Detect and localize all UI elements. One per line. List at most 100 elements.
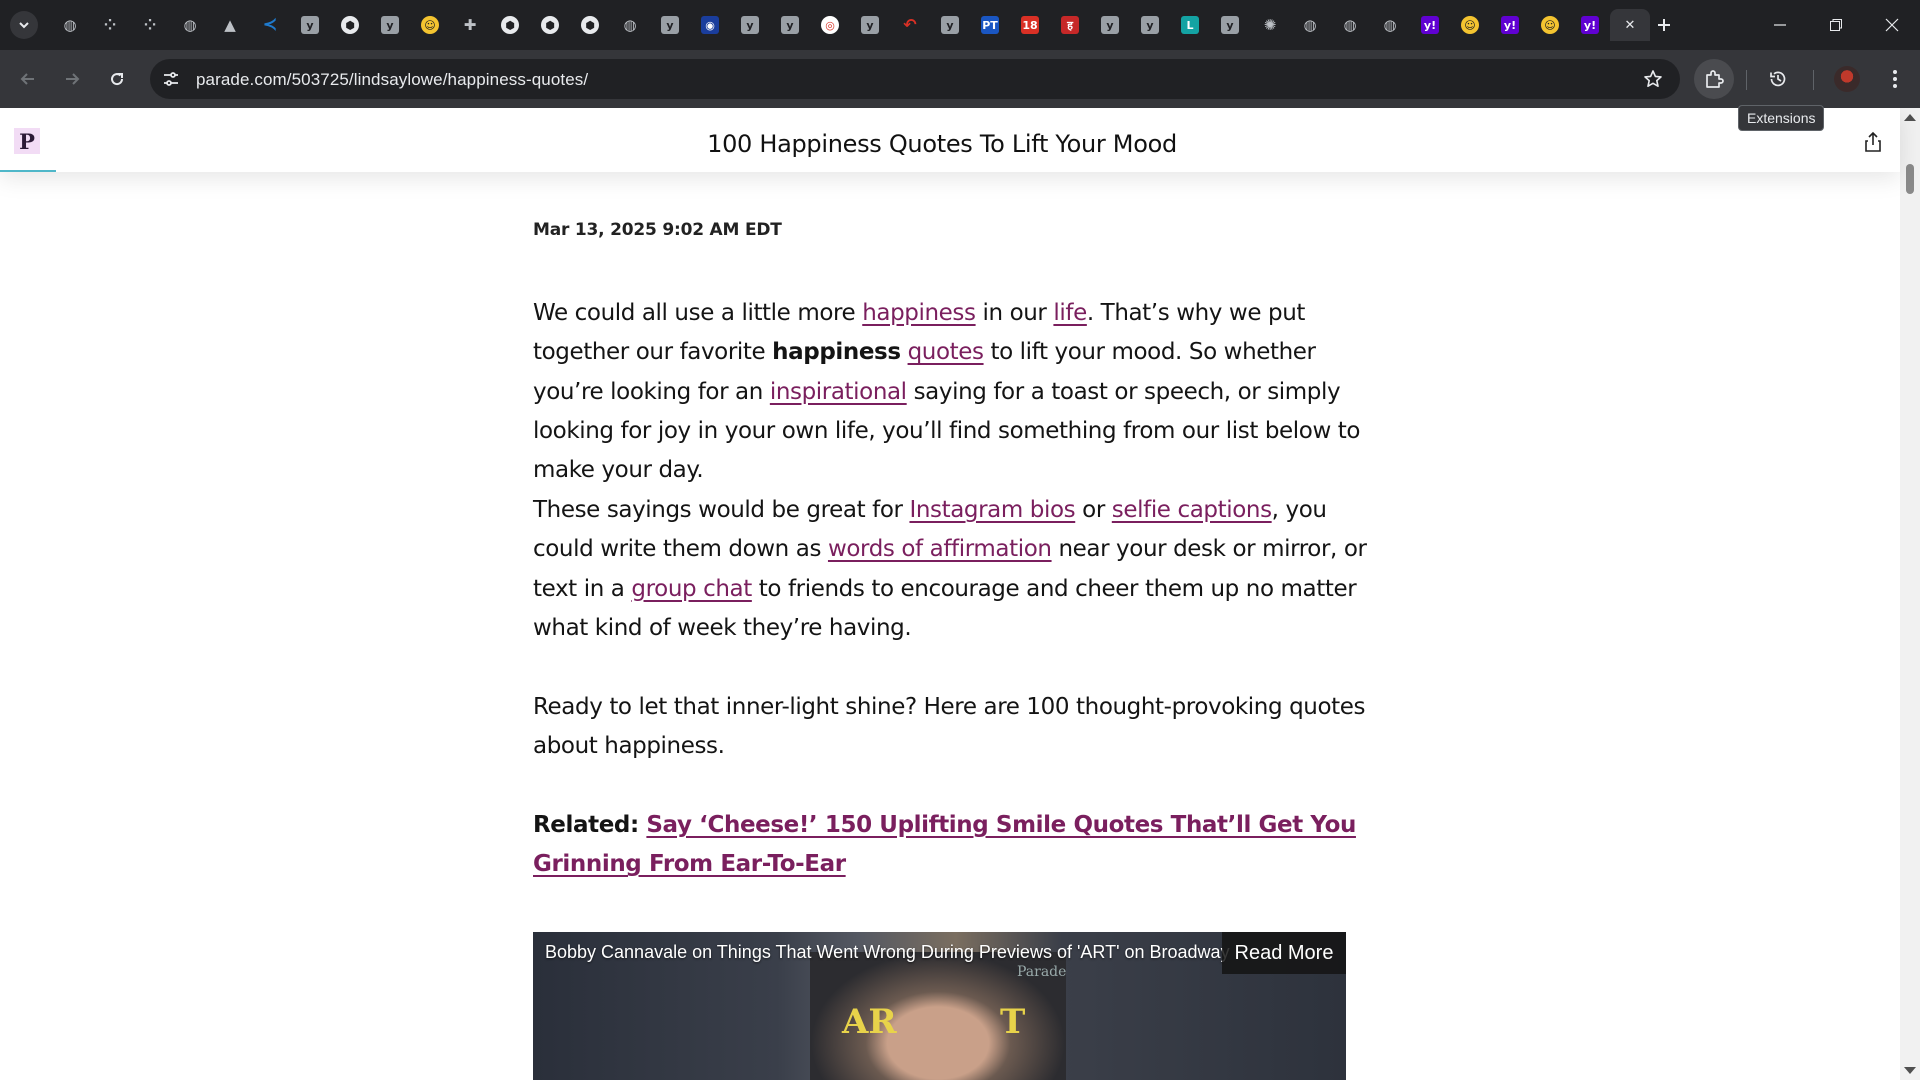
extensions-tooltip: Extensions xyxy=(1738,105,1825,131)
reload-button[interactable] xyxy=(103,65,131,93)
plus-icon xyxy=(1658,19,1670,31)
link-words-of-affirmation[interactable]: words of affirmation xyxy=(828,536,1052,562)
share-button[interactable] xyxy=(1862,130,1884,154)
tab[interactable]: ☺ xyxy=(1530,9,1570,41)
close-window-button[interactable] xyxy=(1864,0,1920,50)
tab[interactable]: ⬢ xyxy=(530,9,570,41)
tab[interactable]: ◍ xyxy=(170,9,210,41)
related-link[interactable]: Say ‘Cheese!’ 150 Uplifting Smile Quotes… xyxy=(533,812,1356,877)
tab[interactable]: ☺ xyxy=(1450,9,1490,41)
link-instagram-bios[interactable]: Instagram bios xyxy=(909,497,1075,523)
article-paragraph: Ready to let that inner-light shine? Her… xyxy=(533,694,1366,760)
tab[interactable]: ⬢ xyxy=(330,9,370,41)
tab-strip: ◍ ⁘ ⁘ ◍ ▲ ≺ y ⬢ y ☺ ✚ ⬢ ⬢ ⬢ ◍ y ◉ y y ◎ y ↶ y PT 18 ह y y Ly ✺ ◍ ◍ ◍ y! ☺ y… xyxy=(0,0,1920,50)
tab[interactable]: ⬢ xyxy=(490,9,530,41)
tab[interactable]: ⁘ xyxy=(90,9,130,41)
tab[interactable]: ◍ xyxy=(1290,9,1330,41)
close-icon[interactable]: ✕ xyxy=(1621,16,1639,34)
link-quotes[interactable]: quotes xyxy=(908,339,984,365)
chrome-menu-button[interactable] xyxy=(1880,64,1910,94)
tab-list: ◍ ⁘ ⁘ ◍ ▲ ≺ y ⬢ y ☺ ✚ ⬢ ⬢ ⬢ ◍ y ◉ y y ◎ y ↶ y PT 18 ह y y Ly ✺ ◍ ◍ ◍ y! ☺ y… xyxy=(50,9,1650,41)
tab[interactable]: ◎ xyxy=(810,9,850,41)
scroll-up-arrow[interactable] xyxy=(1904,114,1916,121)
tab[interactable]: ◍ xyxy=(610,9,650,41)
tab[interactable]: ◉ xyxy=(690,9,730,41)
reading-progress-bar xyxy=(0,170,56,172)
new-tab-button[interactable] xyxy=(1650,11,1678,39)
page-viewport: P 100 Happiness Quotes To Lift Your Mood… xyxy=(0,108,1920,1080)
link-group-chat[interactable]: group chat xyxy=(631,576,752,602)
tab[interactable]: L xyxy=(1170,9,1210,41)
address-bar[interactable]: parade.com/503725/lindsaylowe/happiness-… xyxy=(150,59,1680,99)
tab[interactable]: y! xyxy=(1570,9,1610,41)
tab[interactable]: ✺ xyxy=(1250,9,1290,41)
tab[interactable]: ⬢ xyxy=(570,9,610,41)
link-inspirational[interactable]: inspirational xyxy=(770,379,907,405)
tab[interactable]: y xyxy=(1130,9,1170,41)
video-title[interactable]: Bobby Cannavale on Things That Went Wron… xyxy=(545,942,1230,963)
tab[interactable]: ◍ xyxy=(1330,9,1370,41)
puzzle-icon: ✚ xyxy=(463,15,477,34)
tab[interactable]: ह xyxy=(1050,9,1090,41)
scroll-thumb[interactable] xyxy=(1906,164,1914,194)
forward-button[interactable] xyxy=(58,65,86,93)
vscode-icon: ≺ xyxy=(262,14,278,35)
arrow-left-icon xyxy=(20,73,34,85)
tab[interactable]: ⁘ xyxy=(130,9,170,41)
article-paragraph: We could all use a little more happiness… xyxy=(533,294,1378,490)
close-icon xyxy=(1885,18,1899,32)
related-article: Related: Say ‘Cheese!’ 150 Uplifting Smi… xyxy=(533,806,1378,885)
hugging-face-icon: ☺ xyxy=(421,16,439,34)
page-scrollbar[interactable] xyxy=(1900,108,1920,1080)
tab[interactable]: ◍ xyxy=(50,9,90,41)
tab[interactable]: PT xyxy=(970,9,1010,41)
profile-avatar[interactable] xyxy=(1834,66,1860,92)
tab[interactable]: y xyxy=(650,9,690,41)
text-span: These sayings would be great for xyxy=(533,497,910,523)
tab-active[interactable]: ✕ xyxy=(1610,9,1650,41)
tab[interactable]: ↶ xyxy=(890,9,930,41)
video-player[interactable]: AR T Bobby Cannavale on Things That Went… xyxy=(533,932,1346,1080)
tab[interactable]: ≺ xyxy=(250,9,290,41)
link-selfie-captions[interactable]: selfie captions xyxy=(1112,497,1272,523)
reply-icon: ↶ xyxy=(903,15,917,34)
extensions-button[interactable] xyxy=(1694,59,1734,99)
url-text[interactable]: parade.com/503725/lindsaylowe/happiness-… xyxy=(196,70,588,90)
y-icon: y xyxy=(741,16,759,34)
tab[interactable]: ▲ xyxy=(210,9,250,41)
minimize-button[interactable] xyxy=(1752,0,1808,50)
site-info-button[interactable] xyxy=(160,68,182,90)
scroll-down-arrow[interactable] xyxy=(1904,1067,1916,1074)
read-more-button[interactable]: Read More xyxy=(1222,932,1346,974)
tab[interactable]: ◍ xyxy=(1370,9,1410,41)
tab[interactable]: y xyxy=(850,9,890,41)
restore-button[interactable] xyxy=(1808,0,1864,50)
tab[interactable]: y xyxy=(930,9,970,41)
tab[interactable]: y xyxy=(770,9,810,41)
link-happiness[interactable]: happiness xyxy=(862,300,976,326)
tab[interactable]: y xyxy=(1210,9,1250,41)
tab-search-button[interactable] xyxy=(10,11,38,39)
tab[interactable]: y xyxy=(1090,9,1130,41)
yahoo-icon: y! xyxy=(1501,16,1519,34)
news18-icon: 18 xyxy=(1021,16,1039,34)
tab[interactable]: y! xyxy=(1490,9,1530,41)
backdrop-text: T xyxy=(1000,1002,1026,1042)
bookmark-button[interactable] xyxy=(1642,68,1664,90)
tab[interactable]: y xyxy=(730,9,770,41)
back-button[interactable] xyxy=(14,65,42,93)
history-button[interactable] xyxy=(1763,64,1793,94)
tab[interactable]: y! xyxy=(1410,9,1450,41)
publish-date: Mar 13, 2025 9:02 AM EDT xyxy=(533,220,782,240)
globe-icon: ◍ xyxy=(63,15,77,34)
tab[interactable]: ☺ xyxy=(410,9,450,41)
tab[interactable]: 18 xyxy=(1010,9,1050,41)
tab[interactable]: y xyxy=(370,9,410,41)
tab[interactable]: ✚ xyxy=(450,9,490,41)
history-icon xyxy=(1770,71,1786,87)
tab[interactable]: y xyxy=(290,9,330,41)
link-life[interactable]: life xyxy=(1053,300,1087,326)
y-icon: y xyxy=(381,16,399,34)
y-icon: y xyxy=(1221,16,1239,34)
share-icon xyxy=(1865,131,1881,152)
